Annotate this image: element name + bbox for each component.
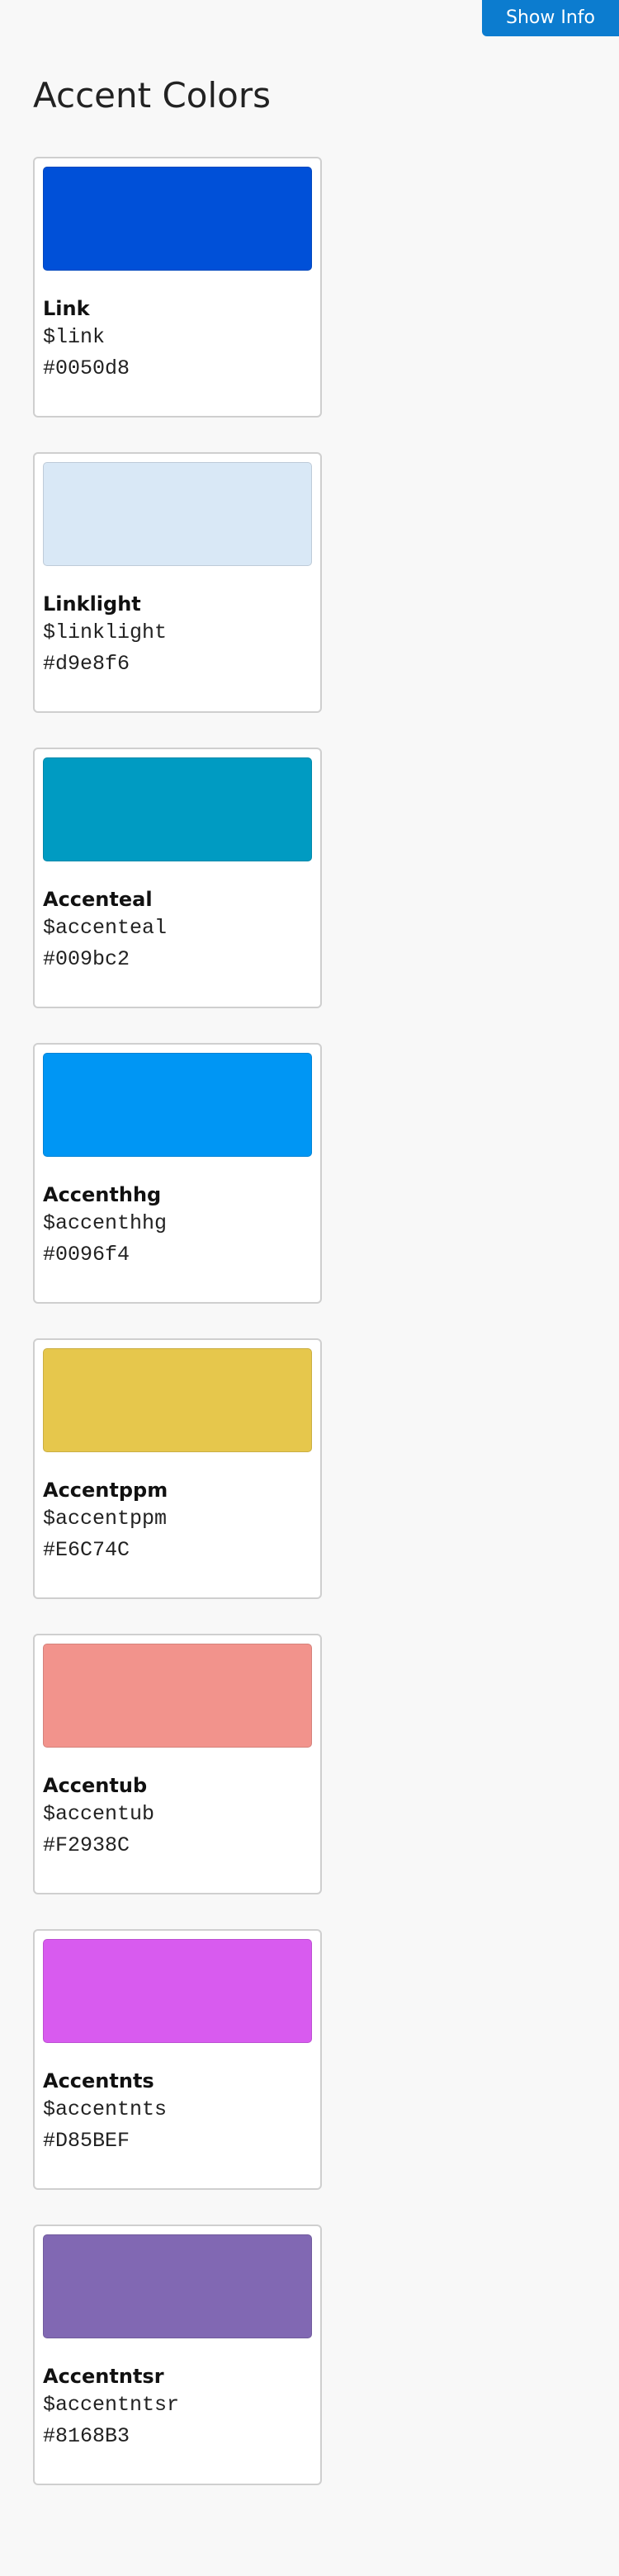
color-card-list: Link $link #0050d8 Linklight $linklight …	[33, 157, 322, 2520]
color-hex: #D85BEF	[43, 2129, 130, 2153]
color-swatch	[43, 1053, 312, 1157]
color-name: Linklight	[43, 592, 141, 616]
color-variable: $accentppm	[43, 1507, 168, 1531]
color-variable: $accenthhg	[43, 1211, 168, 1235]
top-bar: Show Info	[482, 0, 619, 36]
color-variable: $accentub	[43, 1802, 155, 1826]
color-swatch	[43, 757, 312, 861]
color-swatch	[43, 167, 312, 271]
color-swatch	[43, 1939, 312, 2043]
color-name: Accenteal	[43, 888, 153, 911]
color-hex: #F2938C	[43, 1833, 130, 1857]
page-title: Accent Colors	[33, 75, 271, 116]
color-name: Accentntsr	[43, 2365, 164, 2388]
color-swatch	[43, 462, 312, 566]
color-variable: $accentntsr	[43, 2393, 180, 2417]
color-card: Linklight $linklight #d9e8f6	[33, 452, 322, 713]
color-variable: $linklight	[43, 620, 168, 644]
color-card: Accentnts $accentnts #D85BEF	[33, 1929, 322, 2190]
color-swatch	[43, 1644, 312, 1748]
color-name: Link	[43, 297, 90, 320]
color-hex: #d9e8f6	[43, 652, 130, 676]
color-name: Accentub	[43, 1774, 148, 1797]
color-card: Accentub $accentub #F2938C	[33, 1634, 322, 1894]
color-swatch	[43, 2234, 312, 2338]
color-card: Accenteal $accenteal #009bc2	[33, 748, 322, 1008]
color-card: Accenthhg $accenthhg #0096f4	[33, 1043, 322, 1304]
color-variable: $link	[43, 325, 106, 349]
color-hex: #0050d8	[43, 356, 130, 380]
color-variable: $accenteal	[43, 916, 168, 940]
show-info-button[interactable]: Show Info	[482, 0, 619, 36]
color-name: Accentnts	[43, 2069, 154, 2092]
color-hex: #0096f4	[43, 1243, 130, 1267]
color-name: Accentppm	[43, 1479, 168, 1502]
color-hex: #E6C74C	[43, 1538, 130, 1562]
color-swatch	[43, 1348, 312, 1452]
color-name: Accenthhg	[43, 1183, 162, 1206]
color-card: Accentntsr $accentntsr #8168B3	[33, 2225, 322, 2485]
color-hex: #8168B3	[43, 2424, 130, 2448]
color-hex: #009bc2	[43, 947, 130, 971]
color-card: Accentppm $accentppm #E6C74C	[33, 1338, 322, 1599]
color-variable: $accentnts	[43, 2097, 168, 2121]
color-card: Link $link #0050d8	[33, 157, 322, 418]
